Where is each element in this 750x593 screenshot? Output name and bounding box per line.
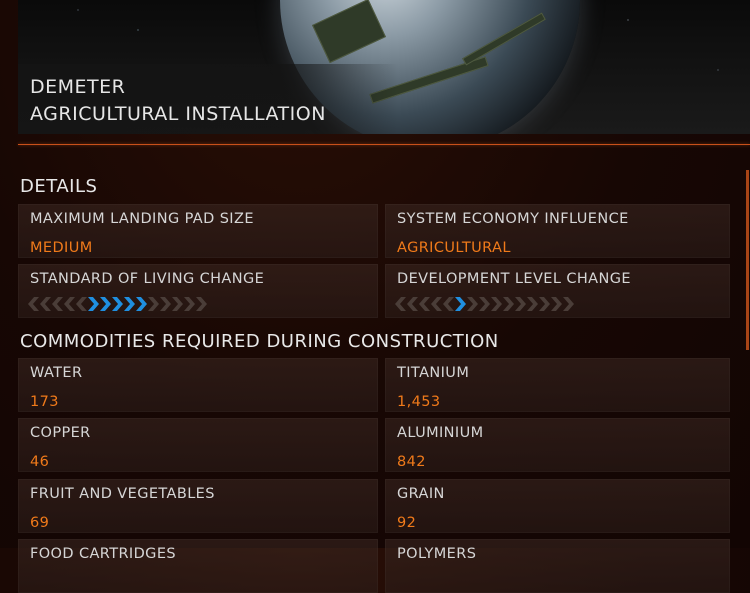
scrollbar[interactable] (746, 170, 749, 350)
chevron-inactive-icon (467, 297, 478, 311)
station-banner: DEMETER AGRICULTURAL INSTALLATION (18, 0, 750, 134)
chevron-inactive-icon (491, 297, 502, 311)
chevron-inactive-icon (407, 297, 418, 311)
chevron-inactive-icon (64, 297, 75, 311)
commodity-label: TITANIUM (397, 365, 470, 381)
chevron-active-icon (112, 297, 123, 311)
chevron-inactive-icon (52, 297, 63, 311)
commodity-cell: GRAIN 92 (385, 479, 730, 533)
chevron-inactive-icon (40, 297, 51, 311)
commodity-value: 46 (30, 454, 50, 470)
chevron-inactive-icon (479, 297, 490, 311)
chevron-inactive-icon (431, 297, 442, 311)
economy-label: SYSTEM ECONOMY INFLUENCE (397, 211, 629, 227)
economy-cell: SYSTEM ECONOMY INFLUENCE AGRICULTURAL (385, 204, 730, 258)
commodity-cell: POLYMERS (385, 539, 730, 593)
chevron-inactive-icon (160, 297, 171, 311)
landing-pad-cell: MAXIMUM LANDING PAD SIZE MEDIUM (18, 204, 378, 258)
commodity-cell: WATER 173 (18, 358, 378, 412)
title-box: DEMETER AGRICULTURAL INSTALLATION (18, 64, 398, 134)
commodity-label: POLYMERS (397, 546, 477, 562)
details-heading: DETAILS (20, 176, 98, 197)
commodity-label: FOOD CARTRIDGES (30, 546, 176, 562)
station-name: DEMETER (30, 76, 126, 98)
chevron-inactive-icon (28, 297, 39, 311)
standard-of-living-meter (28, 297, 208, 313)
commodity-label: GRAIN (397, 486, 445, 502)
chevron-inactive-icon (172, 297, 183, 311)
standard-of-living-label: STANDARD OF LIVING CHANGE (30, 271, 265, 287)
chevron-inactive-icon (443, 297, 454, 311)
chevron-inactive-icon (196, 297, 207, 311)
chevron-inactive-icon (551, 297, 562, 311)
chevron-inactive-icon (539, 297, 550, 311)
chevron-inactive-icon (503, 297, 514, 311)
development-cell: DEVELOPMENT LEVEL CHANGE (385, 264, 730, 318)
economy-value: AGRICULTURAL (397, 240, 511, 256)
commodity-value: 69 (30, 515, 50, 531)
chevron-active-icon (100, 297, 111, 311)
chevron-inactive-icon (395, 297, 406, 311)
header-divider (18, 144, 750, 145)
commodity-value: 173 (30, 394, 59, 410)
station-type: AGRICULTURAL INSTALLATION (30, 103, 326, 125)
chevron-active-icon (136, 297, 147, 311)
development-label: DEVELOPMENT LEVEL CHANGE (397, 271, 631, 287)
chevron-inactive-icon (148, 297, 159, 311)
commodity-cell: TITANIUM 1,453 (385, 358, 730, 412)
commodity-value: 92 (397, 515, 417, 531)
chevron-inactive-icon (76, 297, 87, 311)
chevron-inactive-icon (515, 297, 526, 311)
commodities-heading: COMMODITIES REQUIRED DURING CONSTRUCTION (20, 331, 499, 352)
chevron-inactive-icon (419, 297, 430, 311)
chevron-active-icon (124, 297, 135, 311)
standard-of-living-cell: STANDARD OF LIVING CHANGE (18, 264, 378, 318)
chevron-inactive-icon (563, 297, 574, 311)
commodity-label: FRUIT AND VEGETABLES (30, 486, 215, 502)
commodity-label: WATER (30, 365, 83, 381)
commodity-label: ALUMINIUM (397, 425, 484, 441)
commodity-label: COPPER (30, 425, 91, 441)
commodity-value: 842 (397, 454, 426, 470)
commodity-cell: ALUMINIUM 842 (385, 418, 730, 472)
commodity-cell: FRUIT AND VEGETABLES 69 (18, 479, 378, 533)
landing-pad-value: MEDIUM (30, 240, 93, 256)
chevron-active-icon (455, 297, 466, 311)
development-meter (395, 297, 575, 313)
chevron-inactive-icon (527, 297, 538, 311)
commodity-cell: COPPER 46 (18, 418, 378, 472)
chevron-inactive-icon (184, 297, 195, 311)
landing-pad-label: MAXIMUM LANDING PAD SIZE (30, 211, 254, 227)
commodity-cell: FOOD CARTRIDGES (18, 539, 378, 593)
chevron-active-icon (88, 297, 99, 311)
commodity-value: 1,453 (397, 394, 441, 410)
